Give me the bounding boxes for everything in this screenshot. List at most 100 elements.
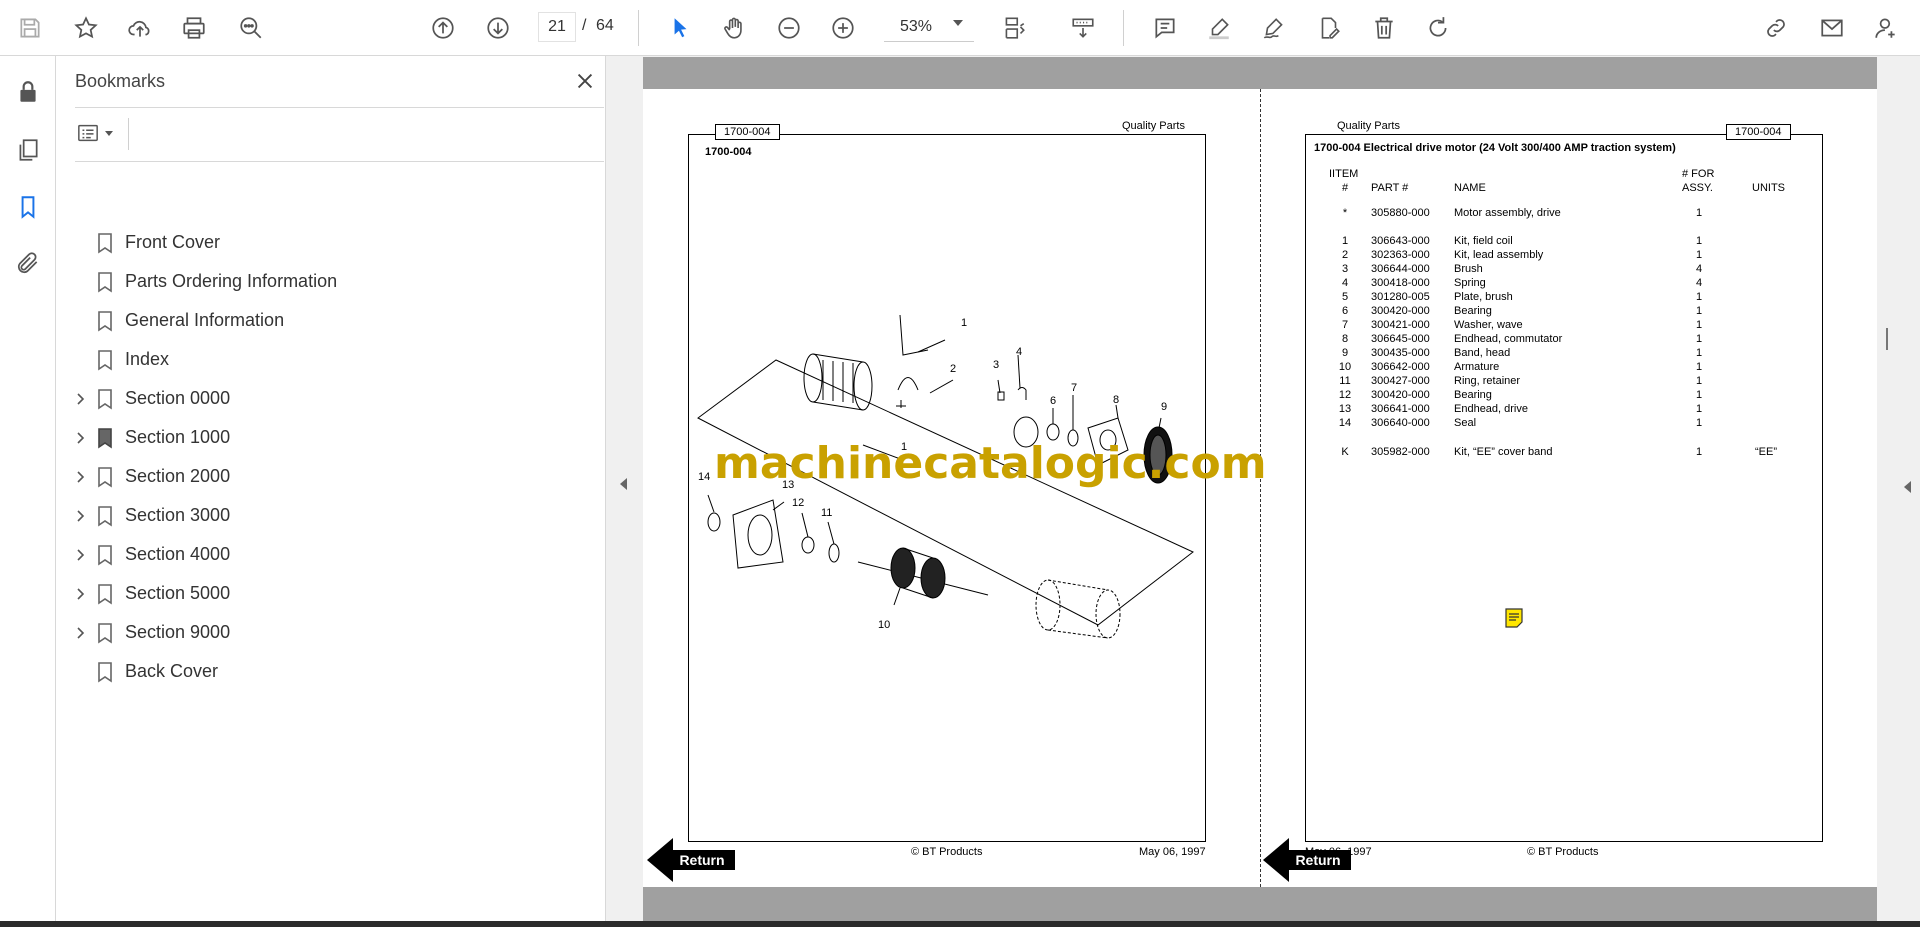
sticky-note-icon[interactable] (1505, 608, 1523, 628)
bookmark-item-general-information[interactable]: General Information (56, 304, 606, 338)
left-page-footer-date: May 06, 1997 (1139, 846, 1206, 858)
seal-drawing (707, 512, 721, 532)
col-units-header: UNITS (1752, 182, 1785, 194)
bookmark-icon (98, 272, 112, 293)
part-number: 302363-000 (1371, 249, 1430, 261)
prev-page-icon[interactable] (423, 8, 463, 48)
edit-document-icon[interactable] (1309, 8, 1349, 48)
print-icon[interactable] (174, 8, 214, 48)
leader-line (1158, 417, 1162, 429)
bookmark-item-index[interactable]: Index (56, 343, 606, 377)
part-item-number: K (1341, 446, 1349, 458)
bookmark-panel-icon[interactable] (8, 187, 48, 227)
bookmark-item-parts-ordering[interactable]: Parts Ordering Information (56, 265, 606, 299)
return-button-left[interactable]: Return (647, 838, 737, 882)
save-icon[interactable] (10, 8, 50, 48)
taskbar-edge (0, 921, 1920, 927)
bookmark-icon (98, 467, 112, 488)
part-item-number: 8 (1341, 333, 1349, 345)
lock-icon[interactable] (8, 72, 48, 112)
collapse-left-panel-icon[interactable] (620, 478, 627, 490)
col-qty-header: ASSY. (1682, 182, 1713, 194)
part-quantity: 1 (1695, 389, 1703, 401)
page-total: 64 (596, 17, 614, 34)
bookmark-icon (98, 506, 112, 527)
chevron-down-icon[interactable] (105, 130, 113, 136)
page-fit-icon[interactable] (994, 8, 1034, 48)
chevron-right-icon[interactable] (72, 547, 88, 563)
bookmark-item-section-5000[interactable]: Section 5000 (56, 577, 606, 611)
part-name: Band, head (1454, 347, 1511, 359)
comment-icon[interactable] (1145, 8, 1185, 48)
callout-3: 3 (993, 359, 999, 371)
page-number-input[interactable]: 21 (538, 12, 576, 42)
col-qty-header-top: # FOR (1682, 168, 1715, 180)
part-name: Motor assembly, drive (1454, 207, 1561, 219)
bookmark-options-button[interactable] (75, 118, 123, 148)
callout-12: 12 (792, 497, 804, 509)
next-page-icon[interactable] (478, 8, 518, 48)
part-item-number: 10 (1338, 361, 1352, 373)
bookmark-item-front-cover[interactable]: Front Cover (56, 226, 606, 260)
pages-thumbnails-icon[interactable] (8, 130, 48, 170)
callout-4: 4 (1016, 346, 1022, 358)
account-icon[interactable] (1866, 8, 1906, 48)
callout-9: 9 (1161, 401, 1167, 413)
chevron-right-icon[interactable] (72, 430, 88, 446)
leader-line (707, 494, 715, 513)
zoom-out-icon[interactable] (769, 8, 809, 48)
part-quantity: 1 (1695, 249, 1703, 261)
attachment-icon[interactable] (8, 243, 48, 283)
hand-tool-icon[interactable] (714, 8, 754, 48)
search-zoom-icon[interactable] (231, 8, 271, 48)
zoom-level-select[interactable]: 53% (884, 12, 974, 42)
chevron-right-icon[interactable] (72, 508, 88, 524)
part-number: 300420-000 (1371, 389, 1430, 401)
part-item-number: 9 (1341, 347, 1349, 359)
email-icon[interactable] (1812, 8, 1852, 48)
bookmark-item-section-0000[interactable]: Section 0000 (56, 382, 606, 416)
part-item-number: 13 (1338, 403, 1352, 415)
part-item-number: 6 (1341, 305, 1349, 317)
scroll-mode-icon[interactable] (1063, 8, 1103, 48)
part-number: 305880-000 (1371, 207, 1430, 219)
chevron-right-icon[interactable] (72, 586, 88, 602)
redo-rotate-icon[interactable] (1418, 8, 1458, 48)
share-link-icon[interactable] (1756, 8, 1796, 48)
part-number: 306641-000 (1371, 403, 1430, 415)
bookmark-item-section-9000[interactable]: Section 9000 (56, 616, 606, 650)
expand-right-panel-icon[interactable] (1904, 481, 1911, 493)
part-quantity: 1 (1695, 207, 1703, 219)
delete-icon[interactable] (1364, 8, 1404, 48)
part-item-number: 1 (1341, 235, 1349, 247)
bookmark-item-section-3000[interactable]: Section 3000 (56, 499, 606, 533)
part-quantity: 1 (1695, 417, 1703, 429)
field-coil-drawing (803, 353, 873, 411)
left-page-header: Quality Parts (1122, 120, 1185, 132)
bookmark-item-section-1000[interactable]: Section 1000 (56, 421, 606, 455)
zoom-in-icon[interactable] (823, 8, 863, 48)
housing-drawing (1035, 579, 1121, 639)
chevron-right-icon[interactable] (72, 391, 88, 407)
left-page-subtitle: 1700-004 (705, 146, 752, 158)
bookmark-icon (98, 545, 112, 566)
chevron-down-icon[interactable] (953, 20, 963, 26)
chevron-right-icon[interactable] (72, 625, 88, 641)
close-icon[interactable] (572, 68, 598, 94)
cloud-upload-icon[interactable] (120, 8, 160, 48)
part-quantity: 1 (1695, 333, 1703, 345)
select-cursor-icon[interactable] (660, 8, 700, 48)
highlight-pen-icon[interactable] (1199, 8, 1239, 48)
bookmark-item-section-4000[interactable]: Section 4000 (56, 538, 606, 572)
return-button-right[interactable]: Return (1263, 838, 1353, 882)
draw-sign-icon[interactable] (1254, 8, 1294, 48)
bookmark-label: General Information (125, 310, 285, 330)
vertical-scrollbar[interactable] (1886, 328, 1888, 350)
bookmark-item-section-2000[interactable]: Section 2000 (56, 460, 606, 494)
chevron-right-icon[interactable] (72, 469, 88, 485)
bookmark-item-back-cover[interactable]: Back Cover (56, 655, 606, 689)
part-name: Kit, lead assembly (1454, 249, 1544, 261)
star-icon[interactable] (66, 8, 106, 48)
part-name: Endhead, drive (1454, 403, 1528, 415)
part-name: Kit, “EE” cover band (1454, 446, 1553, 458)
